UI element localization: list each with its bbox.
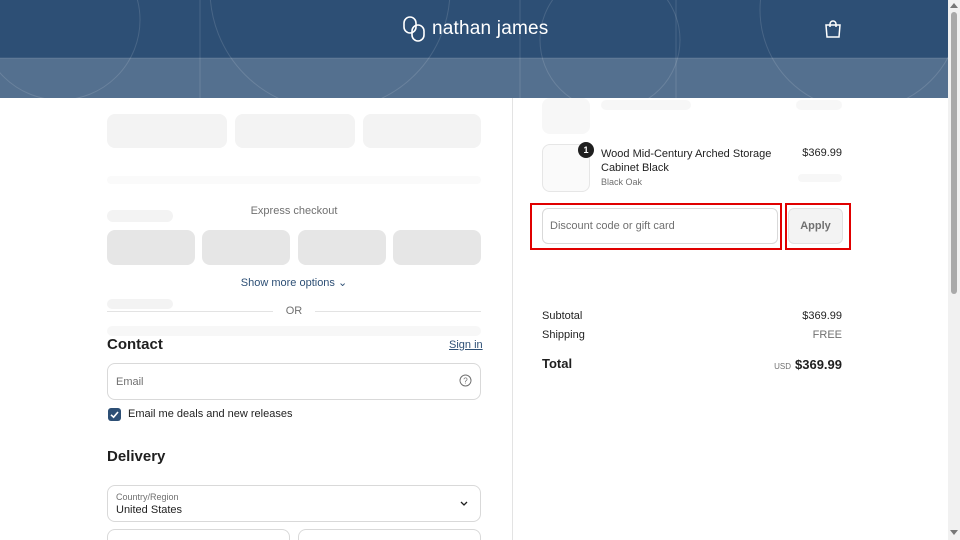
divider bbox=[315, 311, 481, 312]
quantity-badge: 1 bbox=[578, 142, 594, 158]
last-name-field[interactable] bbox=[298, 529, 481, 540]
express-skeleton bbox=[363, 114, 481, 148]
skeleton-line bbox=[601, 100, 691, 110]
brand-name: nathan james bbox=[432, 18, 549, 39]
currency-code: USD bbox=[774, 362, 791, 371]
contact-heading: Contact bbox=[107, 336, 163, 353]
country-select[interactable]: Country/Region United States bbox=[107, 485, 481, 522]
subtotal-value: $369.99 bbox=[802, 310, 842, 322]
country-label: Country/Region bbox=[116, 492, 179, 502]
total-amount: USD $369.99 bbox=[700, 356, 842, 374]
checkmark-icon bbox=[110, 411, 119, 419]
page-scrollbar[interactable] bbox=[948, 0, 960, 540]
brand-logo-icon bbox=[403, 16, 425, 42]
column-divider bbox=[512, 98, 513, 540]
email-field[interactable]: Email ? bbox=[107, 363, 481, 400]
email-opt-in-label: Email me deals and new releases bbox=[128, 408, 293, 420]
skeleton-line bbox=[107, 176, 481, 184]
email-opt-in-checkbox[interactable] bbox=[108, 408, 121, 421]
shipping-label: Shipping bbox=[542, 329, 585, 341]
site-header: nathan james bbox=[0, 0, 948, 98]
svg-text:?: ? bbox=[463, 377, 468, 386]
express-checkout-label: Express checkout bbox=[250, 205, 338, 217]
apply-button[interactable]: Apply bbox=[788, 208, 843, 244]
express-pay-button[interactable] bbox=[298, 230, 386, 265]
total-label: Total bbox=[542, 356, 573, 371]
express-skeleton bbox=[107, 114, 227, 148]
sign-in-link[interactable]: Sign in bbox=[449, 339, 483, 351]
delivery-heading: Delivery bbox=[107, 448, 166, 465]
express-pay-button[interactable] bbox=[202, 230, 290, 265]
scrollbar-thumb[interactable] bbox=[951, 12, 957, 294]
help-icon[interactable]: ? bbox=[459, 374, 472, 387]
shopping-bag-icon[interactable] bbox=[824, 19, 842, 39]
or-separator: OR bbox=[285, 305, 303, 317]
scroll-down-arrow-icon[interactable] bbox=[950, 530, 958, 535]
chevron-down-icon: ⌄ bbox=[338, 277, 348, 289]
product-price: $369.99 bbox=[802, 147, 842, 159]
show-more-options-link[interactable]: Show more options ⌄ bbox=[107, 276, 481, 289]
divider bbox=[107, 311, 273, 312]
subtotal-label: Subtotal bbox=[542, 310, 583, 322]
skeleton-line bbox=[798, 174, 842, 182]
country-value: United States bbox=[116, 504, 183, 516]
skeleton-line bbox=[796, 100, 842, 110]
skeleton-thumbnail bbox=[542, 98, 590, 134]
first-name-field[interactable] bbox=[107, 529, 290, 540]
show-more-label: Show more options bbox=[240, 277, 335, 289]
brand-logo[interactable]: nathan james bbox=[402, 14, 548, 44]
chevron-down-icon bbox=[460, 501, 468, 506]
skeleton-line bbox=[107, 299, 173, 309]
product-variant: Black Oak bbox=[601, 177, 643, 187]
express-pay-button[interactable] bbox=[393, 230, 481, 265]
discount-placeholder: Discount code or gift card bbox=[550, 220, 675, 232]
email-placeholder: Email bbox=[116, 376, 144, 388]
express-skeleton bbox=[235, 114, 355, 148]
shipping-value: FREE bbox=[812, 329, 842, 341]
skeleton-line bbox=[107, 326, 481, 336]
scroll-up-arrow-icon[interactable] bbox=[950, 3, 958, 8]
total-value: $369.99 bbox=[795, 357, 842, 372]
express-pay-button[interactable] bbox=[107, 230, 195, 265]
discount-code-input[interactable]: Discount code or gift card bbox=[542, 208, 778, 244]
